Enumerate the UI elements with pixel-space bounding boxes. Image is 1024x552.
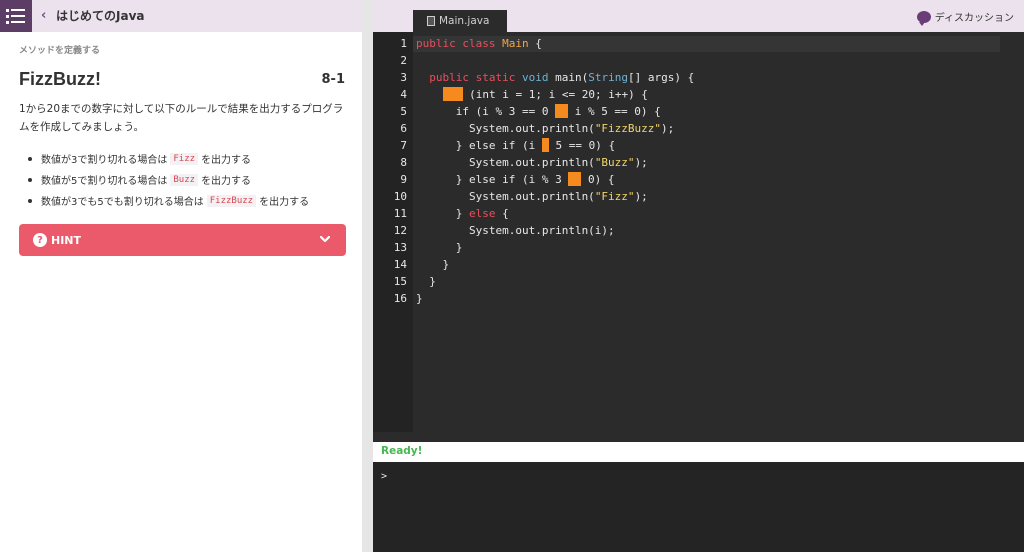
panel-divider[interactable] [362, 0, 373, 552]
code-line-14: } [416, 258, 450, 271]
code-line-16: } [416, 292, 423, 305]
file-tab-label: Main.java [439, 15, 490, 27]
rule-item: 数値が3で割り切れる場合は Fizz を出力する [28, 148, 358, 169]
rules-list: 数値が3で割り切れる場合は Fizz を出力する 数値が5で割り切れる場合は B… [28, 148, 358, 211]
exercise-panel: ‹ はじめてのJava メソッドを定義する FizzBuzz! 8-1 1から2… [0, 0, 362, 552]
blank-slot[interactable] [442, 87, 463, 101]
discussion-label: ディスカッション [934, 13, 1014, 24]
exercise-number: 8-1 [321, 72, 346, 87]
line-number: 7 [400, 139, 407, 152]
chat-bubble-icon [916, 10, 931, 26]
app: ‹ はじめてのJava メソッドを定義する FizzBuzz! 8-1 1から2… [0, 0, 1024, 552]
section-label: メソッドを定義する [19, 46, 101, 56]
course-header: ‹ はじめてのJava [0, 0, 362, 32]
line-number: 9 [400, 173, 407, 186]
status-text: Ready! [381, 445, 423, 457]
code-line-3: public static void main(String[] args) { [429, 71, 695, 84]
bullet-icon [28, 198, 32, 203]
status-bar: Ready! [373, 442, 1024, 462]
line-number: 8 [400, 156, 407, 169]
console-resize-bar[interactable] [373, 432, 1024, 442]
exercise-description: 1から20までの数字に対して以下のルールで結果を出力するプログラムを作成してみま… [19, 103, 344, 133]
code-line-12: System.out.println(i); [416, 224, 615, 237]
console-prompt: > [381, 471, 388, 482]
chevron-left-icon[interactable]: ‹ [41, 8, 46, 24]
code-line-4: (int i = 1; i <= 20; i++) { [416, 86, 648, 103]
inline-code: Buzz [170, 173, 199, 186]
blank-slot[interactable] [555, 104, 569, 118]
line-number: 12 [393, 224, 407, 237]
question-icon: ? [33, 233, 47, 247]
code-line-15: } [416, 275, 436, 288]
code-line-1: public class Main { [416, 37, 542, 50]
line-number: 14 [393, 258, 407, 271]
console-output[interactable]: > [373, 462, 1024, 552]
course-title[interactable]: はじめてのJava [56, 8, 144, 24]
line-number: 13 [393, 241, 407, 254]
hint-button[interactable]: ? HINT [19, 224, 346, 256]
code-line-8: System.out.println("Buzz"); [416, 156, 648, 169]
line-number: 5 [400, 105, 407, 118]
code-line-7: } else if (i 5 == 0) { [416, 138, 616, 152]
chevron-down-icon [320, 235, 330, 243]
rule-item: 数値が3でも5でも割り切れる場合は FizzBuzz を出力する [28, 190, 358, 211]
bullet-icon [28, 156, 32, 161]
line-number: 4 [400, 88, 407, 101]
tab-main-java[interactable]: Main.java [413, 10, 507, 32]
code-line-13: } [416, 241, 463, 254]
hint-label: HINT [51, 233, 82, 247]
line-number: 1 [400, 37, 407, 50]
code-line-9: } else if (i % 3 0) { [416, 172, 615, 186]
inline-code: Fizz [170, 152, 199, 165]
code-line-11: } else { [416, 207, 509, 220]
line-number: 11 [393, 207, 407, 220]
code-line-10: System.out.println("Fizz"); [416, 190, 648, 203]
bullet-icon [28, 177, 32, 182]
rule-item: 数値が5で割り切れる場合は Buzz を出力する [28, 169, 358, 190]
file-icon [427, 16, 435, 26]
line-number: 15 [393, 275, 407, 288]
code-line-6: System.out.println("FizzBuzz"); [416, 122, 675, 135]
blank-slot[interactable] [568, 172, 582, 186]
line-number: 2 [400, 54, 407, 67]
line-number: 3 [400, 71, 407, 84]
menu-icon [6, 8, 32, 12]
code-line-5: if (i % 3 == 0 i % 5 == 0) { [416, 104, 661, 118]
menu-button[interactable] [0, 0, 32, 32]
discussion-button[interactable]: ディスカッション [916, 9, 1014, 26]
inline-code: FizzBuzz [206, 194, 257, 207]
blank-slot[interactable] [541, 138, 549, 152]
line-number: 6 [400, 122, 407, 135]
exercise-title: FizzBuzz! [19, 69, 101, 89]
line-number: 10 [393, 190, 407, 203]
line-number: 16 [393, 292, 407, 305]
